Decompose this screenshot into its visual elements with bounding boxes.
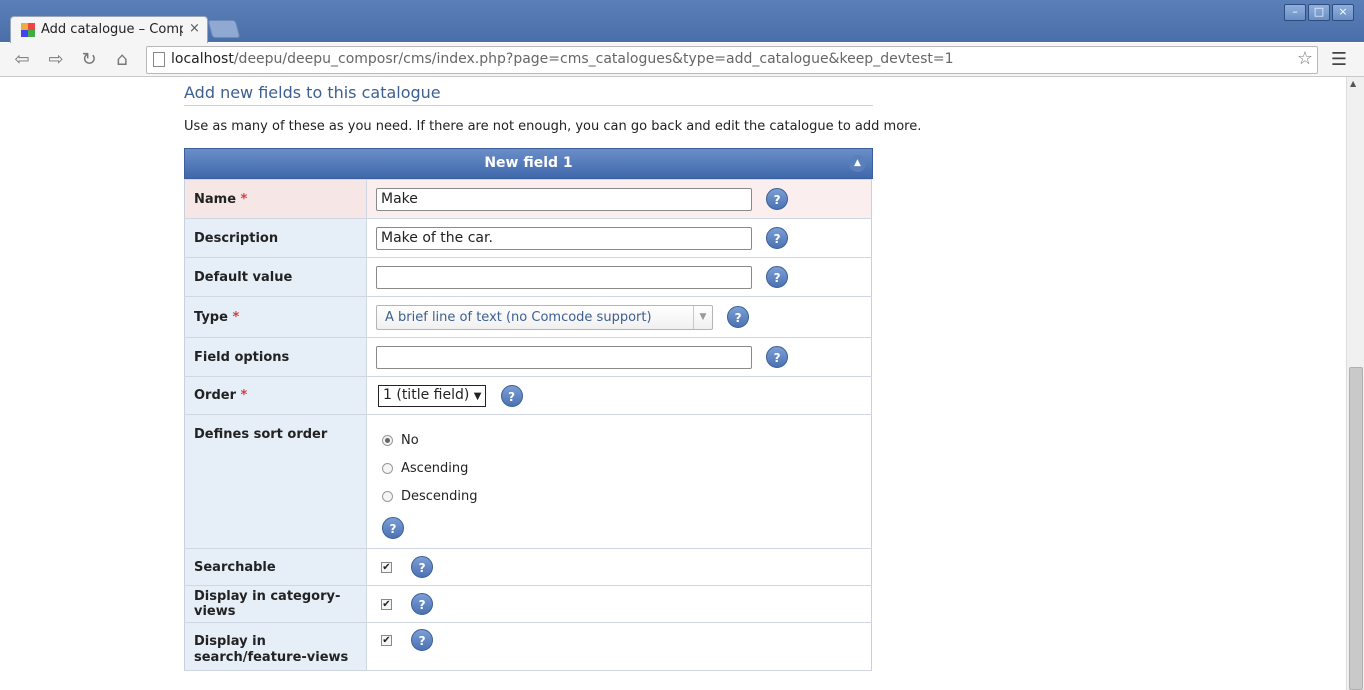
- row-default-value: Default value ?: [184, 257, 872, 297]
- default-value-input[interactable]: [376, 265, 752, 289]
- form-title: New field 1: [484, 155, 573, 171]
- radio-button[interactable]: [382, 435, 393, 446]
- url-text: localhost/deepu/deepu_composr/cms/index.…: [171, 51, 954, 67]
- row-description: Description ?: [184, 218, 872, 258]
- reload-icon[interactable]: ↻: [77, 49, 101, 71]
- address-bar[interactable]: localhost/deepu/deepu_composr/cms/index.…: [146, 46, 1318, 74]
- field-options-cell: ?: [366, 337, 872, 377]
- row-searchable: Searchable ✔ ?: [184, 548, 872, 586]
- help-icon[interactable]: ?: [500, 384, 523, 407]
- help-icon[interactable]: ?: [382, 517, 404, 539]
- category-views-cell: ✔ ?: [366, 585, 872, 623]
- close-window-icon[interactable]: ×: [1332, 4, 1354, 21]
- default-value-cell: ?: [366, 257, 872, 297]
- field-options-label: Field options: [184, 337, 367, 377]
- searchable-label: Searchable: [184, 548, 367, 586]
- radio-button[interactable]: [382, 463, 393, 474]
- sort-order-cell: No Ascending Descending ?: [366, 414, 872, 549]
- back-icon[interactable]: ⇦: [10, 49, 34, 71]
- new-tab-button[interactable]: [207, 20, 241, 38]
- row-category-views: Display in category-views ✔ ?: [184, 585, 872, 623]
- help-icon[interactable]: ?: [766, 188, 789, 210]
- category-views-label: Display in category-views: [184, 585, 367, 623]
- order-cell: 1 (title field) ▼ ?: [366, 376, 872, 415]
- url-host: localhost: [171, 51, 234, 67]
- dropdown-arrow-icon: ▼: [473, 390, 482, 402]
- searchable-checkbox[interactable]: ✔: [381, 561, 392, 573]
- field-options-input[interactable]: [376, 345, 752, 369]
- search-views-label: Display in search/feature-views: [184, 622, 367, 671]
- name-input[interactable]: [376, 187, 752, 211]
- radio-option-descending[interactable]: Descending: [382, 483, 871, 511]
- order-label: Order *: [184, 376, 367, 415]
- browser-tab[interactable]: Add catalogue – Compo ×: [10, 16, 208, 45]
- forward-icon[interactable]: ⇨: [44, 49, 68, 71]
- scroll-thumb[interactable]: [1349, 367, 1363, 690]
- description-cell: ?: [366, 218, 872, 258]
- help-icon[interactable]: ?: [411, 556, 434, 578]
- search-views-cell: ✔ ?: [366, 622, 872, 671]
- row-order: Order * 1 (title field) ▼ ?: [184, 376, 872, 415]
- description-input[interactable]: [376, 226, 752, 250]
- row-field-options: Field options ?: [184, 337, 872, 377]
- help-icon[interactable]: ?: [411, 593, 434, 615]
- row-sort-order: Defines sort order No Ascending Descendi…: [184, 414, 872, 549]
- row-type: Type * A brief line of text (no Comcode …: [184, 296, 872, 338]
- page-icon: [153, 52, 165, 67]
- minimize-icon[interactable]: –: [1284, 4, 1306, 21]
- category-views-checkbox[interactable]: ✔: [381, 598, 392, 610]
- type-cell: A brief line of text (no Comcode support…: [366, 296, 872, 338]
- help-icon[interactable]: ?: [766, 227, 789, 249]
- menu-icon[interactable]: ☰: [1327, 49, 1351, 71]
- description-label: Description: [184, 218, 367, 258]
- tab-title: Add catalogue – Compo: [41, 22, 183, 37]
- help-icon[interactable]: ?: [727, 306, 750, 328]
- chevron-down-icon: ▼: [693, 305, 712, 329]
- home-icon[interactable]: ⌂: [110, 49, 134, 71]
- required-mark: *: [240, 388, 248, 403]
- type-select[interactable]: A brief line of text (no Comcode support…: [376, 304, 713, 330]
- intro-text: Use as many of these as you need. If the…: [184, 119, 922, 134]
- type-label: Type *: [184, 296, 367, 338]
- default-value-label: Default value: [184, 257, 367, 297]
- name-cell: ?: [366, 179, 872, 219]
- collapse-icon[interactable]: ▲: [849, 155, 866, 172]
- sort-order-label: Defines sort order: [184, 414, 367, 549]
- required-mark: *: [240, 191, 248, 207]
- order-select[interactable]: 1 (title field) ▼: [378, 384, 487, 407]
- page-favicon-icon: [21, 23, 35, 37]
- star-icon[interactable]: ☆: [1297, 48, 1313, 69]
- name-label: Name *: [184, 179, 367, 219]
- form-header: New field 1 ▲: [184, 148, 873, 179]
- field-form: Name * ? Description ? Default value ? T…: [184, 179, 872, 671]
- row-name: Name * ?: [184, 179, 872, 219]
- browser-toolbar: ⇦ ⇨ ↻ ⌂ localhost/deepu/deepu_composr/cm…: [0, 43, 1364, 77]
- radio-option-no[interactable]: No: [382, 427, 871, 455]
- page-scrollbar[interactable]: ▲: [1346, 77, 1364, 690]
- radio-button[interactable]: [382, 491, 393, 502]
- maximize-icon[interactable]: □: [1308, 4, 1330, 21]
- section-title: Add new fields to this catalogue: [184, 83, 873, 106]
- help-icon[interactable]: ?: [766, 266, 789, 288]
- help-icon[interactable]: ?: [766, 346, 789, 368]
- required-mark: *: [232, 309, 240, 325]
- close-tab-icon[interactable]: ×: [189, 21, 200, 36]
- search-views-checkbox[interactable]: ✔: [381, 634, 392, 646]
- radio-option-ascending[interactable]: Ascending: [382, 455, 871, 483]
- row-search-views: Display in search/feature-views ✔ ?: [184, 622, 872, 671]
- url-path: /deepu/deepu_composr/cms/index.php?page=…: [233, 51, 954, 67]
- searchable-cell: ✔ ?: [366, 548, 872, 586]
- help-icon[interactable]: ?: [411, 629, 434, 651]
- scroll-up-icon[interactable]: ▲: [1350, 79, 1356, 88]
